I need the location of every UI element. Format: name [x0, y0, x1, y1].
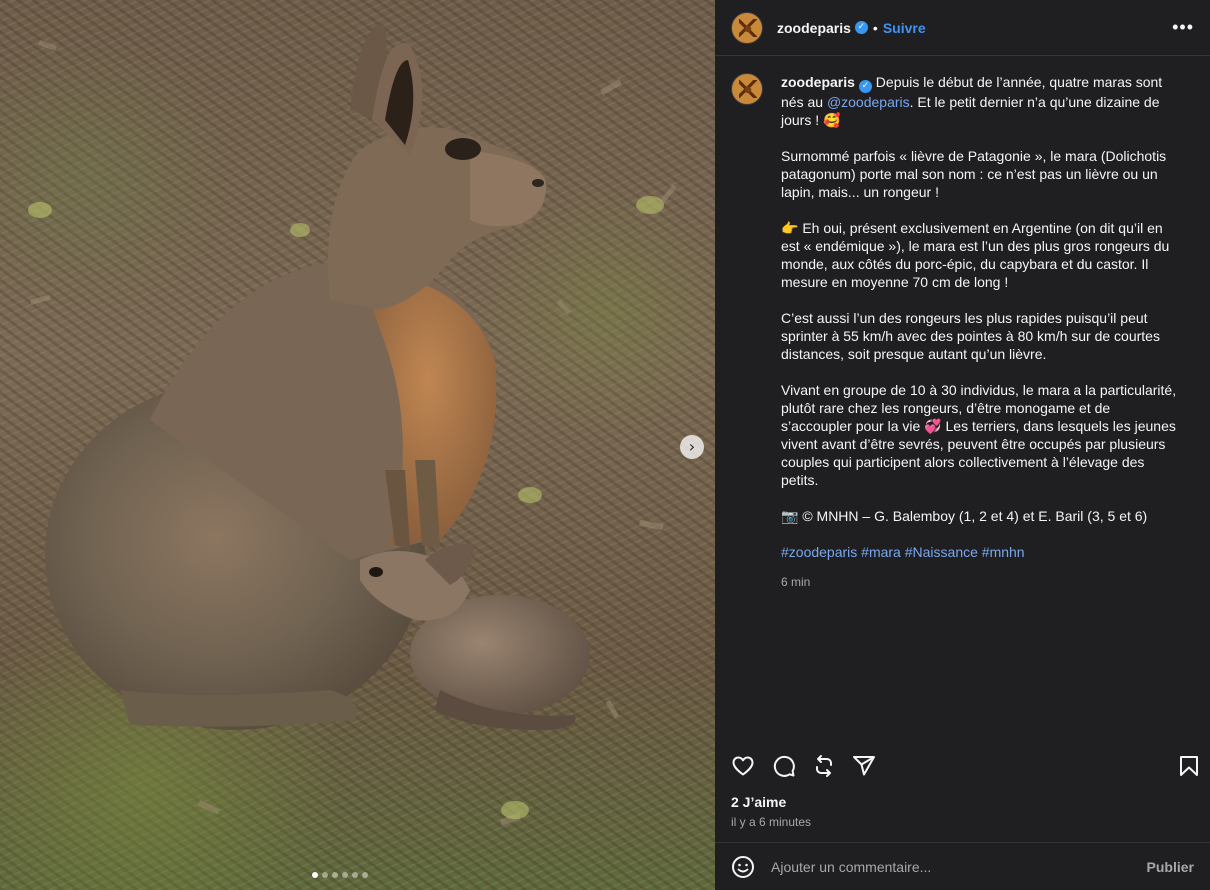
caption-paragraph: C’est aussi l’un des rongeurs les plus r… [781, 310, 1160, 362]
header-separator: • [872, 19, 878, 36]
comment-bar: Publier [715, 842, 1210, 890]
caption-paragraph: 👉 Eh oui, présent exclusivement en Argen… [781, 220, 1170, 290]
carousel-dot [322, 872, 328, 878]
header-username[interactable]: zoodeparis [777, 20, 851, 36]
bookmark-icon[interactable] [1177, 754, 1201, 778]
heart-icon[interactable] [731, 754, 755, 778]
comment-icon[interactable] [772, 754, 796, 778]
caption-timestamp: 6 min [781, 575, 811, 589]
mention-link[interactable]: @zoodeparis [827, 94, 910, 110]
avatar[interactable] [731, 11, 763, 44]
carousel-dot [352, 872, 358, 878]
publish-button[interactable]: Publier [1147, 859, 1194, 875]
caption-paragraph: Surnommé parfois « lièvre de Patagonie »… [781, 148, 1167, 200]
hashtags-link[interactable]: #zoodeparis #mara #Naissance #mnhn [781, 543, 1181, 561]
mara-illustration [28, 24, 677, 826]
caption-username[interactable]: zoodeparis [781, 74, 855, 90]
carousel-dot [332, 872, 338, 878]
verified-badge-icon: ✓ [854, 21, 868, 34]
follow-button[interactable]: Suivre [883, 20, 926, 36]
caption-paragraph: Vivant en groupe de 10 à 30 individus, l… [781, 382, 1177, 488]
caption-avatar[interactable] [731, 73, 763, 105]
caption-credits: 📷 © MNHN – G. Balemboy (1, 2 et 4) et E.… [781, 508, 1148, 524]
carousel-dot [362, 872, 368, 878]
carousel-dots [312, 872, 368, 878]
more-options-icon[interactable]: ••• [1172, 17, 1194, 38]
share-icon[interactable] [852, 754, 876, 778]
emoji-icon[interactable] [731, 855, 755, 879]
carousel-dot [312, 872, 318, 878]
verified-badge-icon: ✓ [858, 80, 872, 93]
carousel-next-button[interactable]: › [680, 435, 704, 459]
caption-text: zoodeparis ✓ Depuis le début de l’année, … [781, 73, 1181, 740]
post-timestamp: il y a 6 minutes [731, 815, 812, 829]
carousel-dot [342, 872, 348, 878]
caption-area: zoodeparis ✓ Depuis le début de l’année, … [715, 57, 1210, 740]
likes-count[interactable]: 2 J’aime [731, 794, 786, 810]
post-photo[interactable]: › [0, 0, 715, 890]
post-header: zoodeparis ✓ • Suivre ••• [715, 0, 1210, 56]
action-bar [715, 745, 1210, 785]
repost-icon[interactable] [812, 754, 836, 778]
comment-input[interactable] [771, 858, 1147, 875]
caption-paragraph-intro: zoodeparis ✓ Depuis le début de l’année, … [781, 73, 1181, 129]
post-side-panel: zoodeparis ✓ • Suivre ••• zoodeparis ✓ De… [715, 0, 1210, 890]
